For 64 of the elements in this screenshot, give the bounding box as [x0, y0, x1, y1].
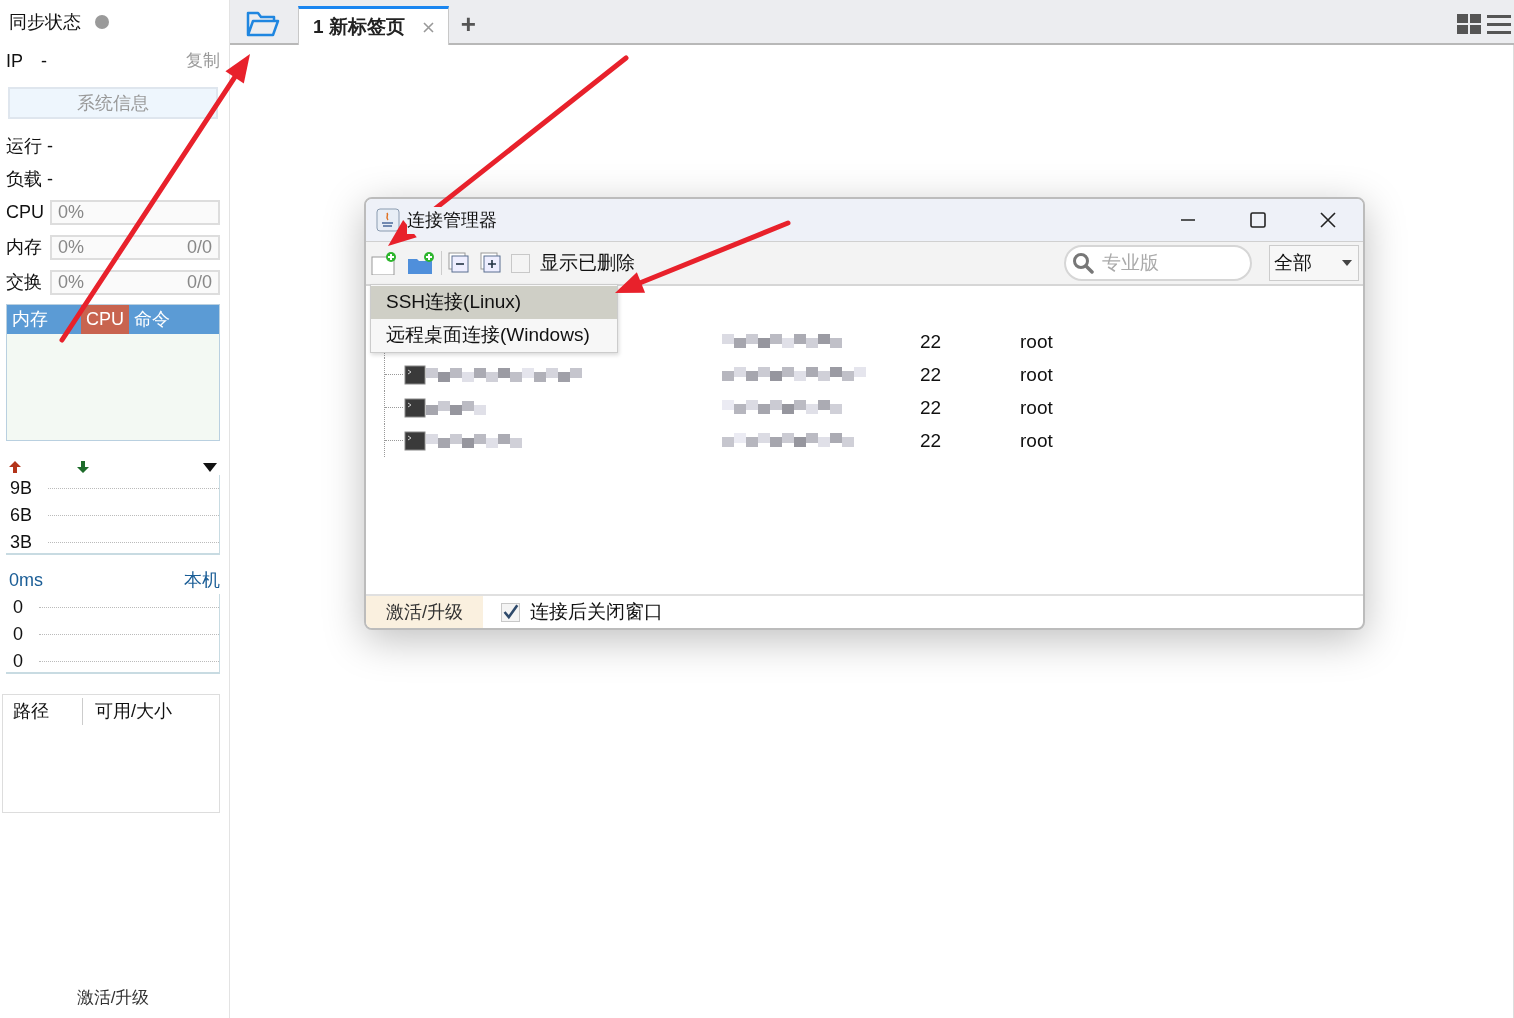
meter-percent: 0% [58, 236, 84, 259]
axis-tick-label: 3B [10, 531, 34, 554]
collapse-all-icon[interactable] [448, 252, 470, 274]
port-cell-text: 22 [920, 330, 942, 354]
tab[interactable]: 1 新标签页 [298, 6, 449, 45]
search-field[interactable]: 专业版 [1064, 245, 1252, 281]
checkbox[interactable] [501, 602, 520, 622]
pixelated-text-drawing [426, 398, 486, 417]
user-cell-text: root [1020, 396, 1053, 420]
folder-icon[interactable] [246, 10, 280, 38]
axis-tick-label: 6B [10, 504, 34, 527]
port-cell-text: 22 [920, 429, 942, 453]
new-folder-icon[interactable] [407, 251, 435, 275]
add-tab-button[interactable]: + [460, 11, 477, 37]
grid-view-icon[interactable] [1457, 14, 1481, 34]
axis-tick-label: 0 [13, 623, 24, 646]
load-text: 负载 - [6, 168, 54, 191]
latency-value: 0ms [8, 569, 43, 592]
axis-tick-label: 9B [10, 477, 34, 500]
upload-arrow-icon [8, 460, 22, 474]
search-input[interactable]: 专业版 [1102, 248, 1232, 278]
ip-value: - [41, 49, 47, 73]
menu-item[interactable]: 远程桌面连接(Windows) [371, 319, 617, 352]
caret-icon [1342, 260, 1352, 266]
column-header: 路径 [3, 697, 83, 725]
monitor-tab[interactable]: CPU [81, 305, 129, 334]
activate-upgrade-link[interactable]: 激活/升级 [366, 596, 483, 628]
checkbox[interactable] [511, 253, 530, 273]
port-cell-text: 22 [920, 396, 942, 420]
sync-status-label: 同步状态 [9, 10, 81, 34]
terminal-icon [404, 397, 426, 418]
dropdown-caret-icon[interactable] [203, 462, 217, 472]
column-header: 可用/大小 [94, 699, 172, 723]
new-connection-icon[interactable] [371, 251, 397, 275]
meter-percent: 0% [58, 201, 84, 224]
user-cell-text: root [1020, 363, 1053, 387]
terminal-icon [404, 364, 426, 385]
menu-item[interactable]: SSH连接(Linux) [371, 286, 617, 319]
download-arrow-icon [76, 460, 90, 474]
meter-usage: 0/0 [186, 271, 212, 294]
meter-usage: 0/0 [186, 236, 212, 259]
port-cell-text: 22 [920, 363, 942, 387]
axis-tick-label: 0 [13, 650, 24, 673]
meter-label: 内存 [6, 236, 43, 259]
meter-label: CPU [6, 201, 44, 224]
expand-all-icon[interactable] [480, 252, 502, 274]
ip-label: IP [6, 49, 23, 73]
uptime-text: 运行 - [6, 135, 54, 158]
host-label: 本机 [184, 569, 220, 592]
terminal-icon [404, 430, 426, 451]
dialog-title: 连接管理器 [407, 206, 497, 234]
meter-label: 交换 [6, 271, 43, 294]
show-deleted-label: 显示已删除 [540, 250, 635, 275]
activate-upgrade-link[interactable]: 激活/升级 [76, 984, 150, 1010]
user-cell-text: root [1020, 330, 1053, 354]
filter-dropdown[interactable]: 全部 [1269, 245, 1359, 281]
user-cell-text: root [1020, 429, 1053, 453]
meter-percent: 0% [58, 271, 84, 294]
search-icon [1072, 252, 1094, 274]
menu-icon[interactable] [1487, 14, 1511, 34]
axis-tick-label: 0 [13, 596, 24, 619]
app-icon [376, 208, 400, 232]
close-icon[interactable] [422, 21, 434, 33]
close-after-connect-label: 连接后关闭窗口 [530, 599, 663, 624]
